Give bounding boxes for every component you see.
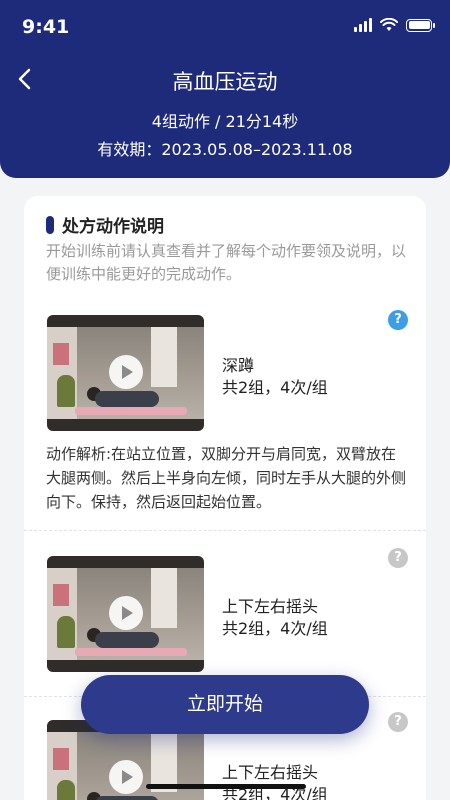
status-time: 9:41 — [22, 16, 70, 38]
header: 9:41 高血压运动 4组动作 / 21分14秒 有效期：2023.05.08–… — [0, 0, 450, 178]
status-icons — [354, 18, 435, 32]
exercise-analysis: 动作解析:在站立位置，双脚分开与肩同宽，双臂放在大腿两侧。然后上半身向左倾，同时… — [46, 445, 407, 511]
start-button[interactable]: 立即开始 — [81, 675, 369, 734]
page-title: 高血压运动 — [172, 70, 278, 94]
play-icon[interactable] — [109, 760, 143, 794]
section-header: 处方动作说明 — [46, 212, 164, 237]
prescription-summary: 4组动作 / 21分14秒 — [151, 112, 299, 131]
play-icon[interactable] — [109, 596, 143, 630]
divider — [24, 530, 426, 531]
section-title: 处方动作说明 — [62, 217, 164, 237]
exercise-sets: 共2组，4次/组 — [222, 619, 328, 638]
help-icon[interactable]: ? — [388, 548, 408, 568]
exercise-sets: 共2组，4次/组 — [222, 378, 328, 397]
exercise-video-thumbnail[interactable] — [47, 315, 204, 431]
signal-icon — [354, 18, 372, 32]
status-bar: 9:41 — [0, 0, 450, 52]
battery-icon — [406, 18, 435, 32]
exercise-video-thumbnail[interactable] — [47, 556, 204, 672]
exercise-name: 上下左右摇头 — [222, 597, 319, 616]
home-indicator — [146, 784, 306, 789]
help-icon[interactable]: ? — [388, 310, 408, 330]
play-icon[interactable] — [109, 355, 143, 389]
exercise-name: 上下左右摇头 — [222, 763, 319, 782]
section-description: 开始训练前请认真查看并了解每个动作要领及说明，以便训练中能更好的完成动作。 — [46, 242, 407, 283]
wifi-icon — [380, 18, 398, 31]
exercise-name: 深蹲 — [222, 356, 255, 375]
section-marker — [46, 215, 54, 234]
help-icon[interactable]: ? — [388, 712, 408, 732]
validity-period: 有效期：2023.05.08–2023.11.08 — [97, 140, 353, 159]
